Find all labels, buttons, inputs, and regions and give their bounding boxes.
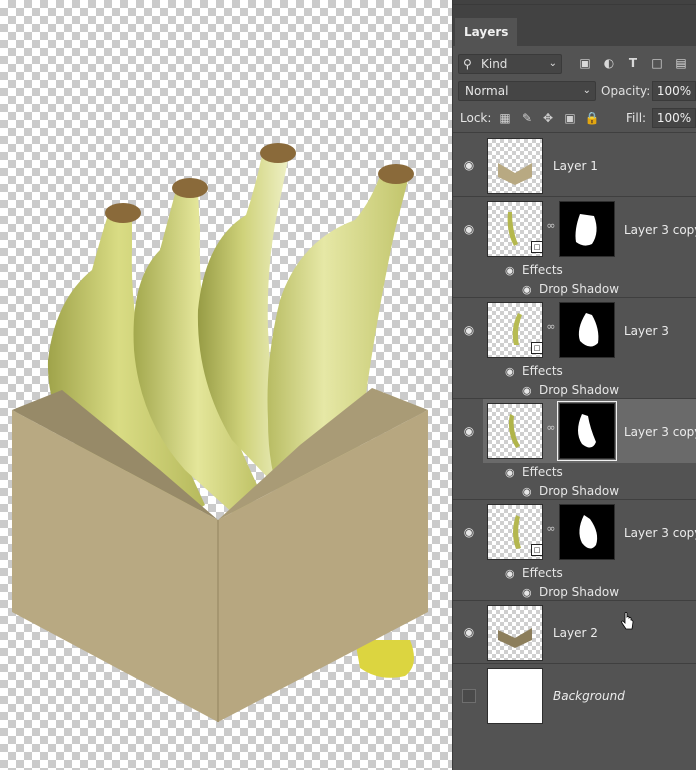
eye-icon[interactable]: ◉	[461, 158, 477, 172]
layer-name[interactable]: Layer 2	[553, 626, 598, 640]
effects-label[interactable]: Effects	[522, 263, 563, 277]
smart-object-filter-icon[interactable]: ▤	[673, 55, 689, 71]
lock-artboard-icon[interactable]: ▣	[562, 109, 578, 127]
lock-all-icon[interactable]: 🔒	[584, 109, 600, 127]
canvas-artwork	[12, 143, 428, 722]
tab-layers[interactable]: Layers	[455, 18, 518, 46]
banana-2-stem	[172, 178, 208, 198]
eye-icon[interactable]: ◉	[461, 222, 477, 236]
lock-move-icon[interactable]: ✥	[540, 109, 556, 127]
search-icon: ⚲	[463, 57, 472, 71]
smart-object-badge-icon: □	[531, 342, 543, 354]
layer-row-layer-2[interactable]: ◉ Layer 2	[453, 600, 696, 663]
image-filter-icon[interactable]: ▣	[577, 55, 593, 71]
eye-icon[interactable]: ◉	[461, 424, 477, 438]
hand-cursor-icon	[621, 612, 634, 630]
layer-row-background[interactable]: Background	[453, 663, 696, 727]
adjustment-filter-icon[interactable]: ◐	[601, 55, 617, 71]
layer-name[interactable]: Background	[553, 689, 625, 703]
opacity-label: Opacity:	[601, 84, 651, 98]
filter-kind-label: Kind	[481, 57, 508, 71]
layer-row-layer-3-copy-2[interactable]: ◉ ∞ Layer 3 copy 2 ◉ Effects ◉ Drop Shad…	[453, 398, 696, 499]
layer-name[interactable]: Layer 3 copy 3	[624, 223, 696, 237]
layer-row-layer-3-copy[interactable]: ◉ □ ∞ Layer 3 copy ◉ Effects ◉ Drop Shad…	[453, 499, 696, 600]
type-filter-icon[interactable]: T	[625, 55, 641, 71]
layer-name[interactable]: Layer 3 copy	[624, 526, 696, 540]
visibility-toggle-off[interactable]	[462, 689, 476, 703]
eye-icon[interactable]: ◉	[461, 625, 477, 639]
eye-icon[interactable]: ◉	[505, 466, 515, 479]
layers-list: ◉ Layer 1 ◉ □ ∞ Layer 3 copy 3 ◉ Effects…	[453, 132, 696, 770]
banana-tip	[355, 640, 414, 678]
eye-icon[interactable]: ◉	[522, 384, 532, 397]
document-canvas[interactable]	[0, 0, 452, 770]
banana-4-stem	[378, 164, 414, 184]
layer-name[interactable]: Layer 3	[624, 324, 669, 338]
smart-object-badge-icon: □	[531, 241, 543, 253]
layer-thumbnail	[487, 138, 543, 194]
lock-paint-icon[interactable]: ✎	[519, 109, 535, 127]
opacity-input[interactable]: 100%	[652, 81, 696, 101]
layer-mask-thumbnail[interactable]	[559, 302, 615, 358]
eye-icon[interactable]: ◉	[522, 283, 532, 296]
lock-label: Lock:	[460, 111, 492, 125]
eye-icon[interactable]: ◉	[461, 323, 477, 337]
eye-icon[interactable]: ◉	[461, 525, 477, 539]
chevron-down-icon: ⌄	[582, 85, 591, 96]
layer-name[interactable]: Layer 1	[553, 159, 598, 173]
shape-filter-icon[interactable]: □	[649, 55, 665, 71]
fill-input[interactable]: 100%	[652, 108, 696, 128]
link-icon[interactable]: ∞	[546, 219, 556, 232]
layer-mask-thumbnail[interactable]	[559, 201, 615, 257]
layers-panel: Layers ⚲ Kind ⌄ ▣ ◐ T □ ▤ Normal ⌄ Opaci…	[452, 0, 696, 770]
banana-1-stem	[105, 203, 141, 223]
blend-mode-value: Normal	[465, 84, 509, 98]
panel-grip[interactable]	[453, 4, 696, 11]
banana-3-stem	[260, 143, 296, 163]
effects-label[interactable]: Effects	[522, 465, 563, 479]
eye-icon[interactable]: ◉	[522, 485, 532, 498]
layer-row-layer-3[interactable]: ◉ □ ∞ Layer 3 ◉ Effects ◉ Drop Shadow	[453, 297, 696, 398]
layer-thumbnail	[487, 403, 543, 459]
link-icon[interactable]: ∞	[546, 522, 556, 535]
panel-tabbar: Layers	[453, 0, 696, 46]
eye-icon[interactable]: ◉	[522, 586, 532, 599]
layer-thumbnail	[487, 668, 543, 724]
layer-thumbnail	[487, 605, 543, 661]
layer-name[interactable]: Layer 3 copy 2	[624, 425, 696, 439]
smart-object-badge-icon: □	[531, 544, 543, 556]
link-icon[interactable]: ∞	[546, 320, 556, 333]
blend-mode-select[interactable]: Normal ⌄	[458, 81, 596, 101]
drop-shadow-label[interactable]: Drop Shadow	[539, 585, 619, 599]
filter-kind-dropdown[interactable]: ⚲ Kind ⌄	[458, 54, 562, 74]
effects-label[interactable]: Effects	[522, 364, 563, 378]
eye-icon[interactable]: ◉	[505, 365, 515, 378]
layer-mask-thumbnail[interactable]	[559, 504, 615, 560]
layer-row-layer-1[interactable]: ◉ Layer 1	[453, 132, 696, 196]
fill-label: Fill:	[626, 111, 647, 125]
drop-shadow-label[interactable]: Drop Shadow	[539, 383, 619, 397]
effects-label[interactable]: Effects	[522, 566, 563, 580]
lock-transparent-icon[interactable]: ▦	[497, 109, 513, 127]
drop-shadow-label[interactable]: Drop Shadow	[539, 282, 619, 296]
chevron-down-icon: ⌄	[548, 58, 557, 69]
link-icon[interactable]: ∞	[546, 421, 556, 434]
eye-icon[interactable]: ◉	[505, 264, 515, 277]
layer-mask-thumbnail[interactable]	[557, 401, 617, 461]
drop-shadow-label[interactable]: Drop Shadow	[539, 484, 619, 498]
layer-row-layer-3-copy-3[interactable]: ◉ □ ∞ Layer 3 copy 3 ◉ Effects ◉ Drop Sh…	[453, 196, 696, 297]
eye-icon[interactable]: ◉	[505, 567, 515, 580]
